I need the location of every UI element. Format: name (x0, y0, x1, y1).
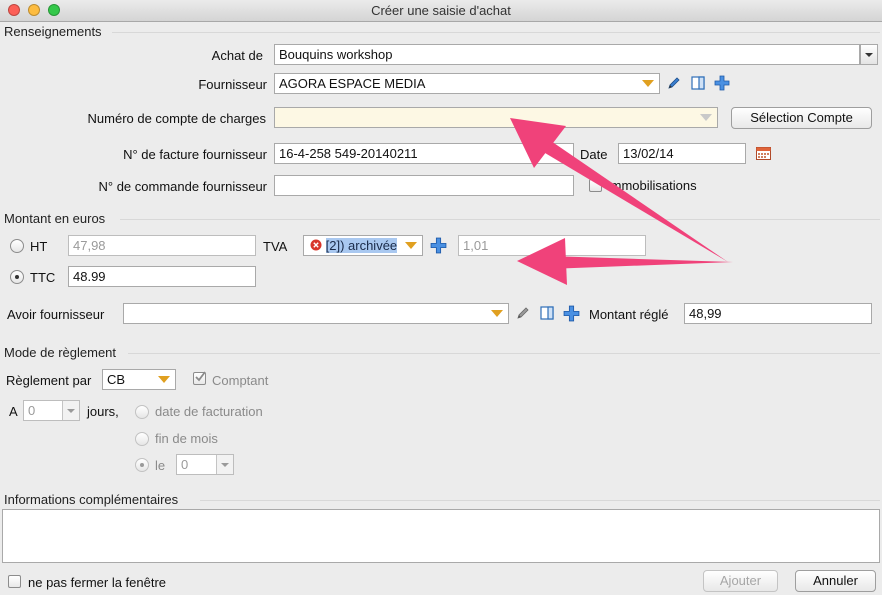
ne-pas-fermer-label: ne pas fermer la fenêtre (28, 575, 167, 590)
montant-regle-label: Montant réglé (589, 307, 669, 322)
ttc-label: TTC (30, 270, 56, 285)
ht-label: HT (30, 239, 48, 254)
section-divider (112, 32, 880, 33)
plus-icon[interactable] (714, 75, 730, 91)
reglement-par-label: Règlement par (6, 373, 92, 388)
avoir-label: Avoir fournisseur (7, 307, 105, 322)
comptant-checkbox[interactable] (193, 371, 206, 385)
immobilisations-label: Immobilisations (607, 178, 697, 193)
achat-label: Achat de (211, 48, 263, 63)
tva-amount-input[interactable]: 1,01 (458, 235, 646, 256)
card-icon[interactable] (539, 305, 555, 321)
spinner-arrow (62, 401, 79, 420)
tva-selected-value: [2]) archivée (325, 238, 398, 253)
facture-input[interactable]: 16-4-258 549-20140211 (274, 143, 574, 164)
ne-pas-fermer-checkbox[interactable] (8, 575, 21, 588)
ht-radio[interactable] (10, 239, 24, 253)
dropdown-arrow-icon (642, 80, 654, 87)
le-label: le (155, 458, 166, 473)
fournisseur-combo[interactable]: AGORA ESPACE MEDIA (274, 73, 660, 94)
comptant-label: Comptant (212, 373, 269, 388)
section-infos-title: Informations complémentaires (4, 492, 179, 507)
plus-icon[interactable] (563, 305, 580, 322)
compte-label: Numéro de compte de charges (87, 111, 266, 126)
informations-textarea[interactable] (2, 509, 880, 563)
section-montant-title: Montant en euros (4, 211, 106, 226)
ttc-input[interactable]: 48.99 (68, 266, 256, 287)
chevron-down-icon (221, 463, 229, 467)
compte-combo[interactable] (274, 107, 718, 128)
calendar-icon[interactable] (755, 145, 772, 162)
date-label: Date (580, 147, 608, 162)
dropdown-arrow-icon (158, 376, 170, 383)
fin-de-mois-radio[interactable] (135, 432, 149, 446)
fournisseur-label: Fournisseur (198, 77, 267, 92)
dropdown-arrow-icon (405, 242, 417, 249)
le-value: 0 (181, 457, 189, 472)
checkmark-icon (195, 371, 206, 382)
chevron-down-icon (67, 409, 75, 413)
achat-dropdown-button[interactable] (860, 44, 878, 65)
jours-label: jours, (87, 404, 119, 419)
error-icon (310, 239, 322, 251)
jours-spinner[interactable]: 0 (23, 400, 80, 421)
fin-de-mois-label: fin de mois (155, 431, 218, 446)
montant-regle-input[interactable]: 48,99 (684, 303, 872, 324)
avoir-combo[interactable] (123, 303, 509, 324)
pencil-icon[interactable] (515, 305, 531, 321)
spinner-arrow (216, 455, 233, 474)
section-divider (200, 500, 880, 501)
ajouter-button[interactable]: Ajouter (703, 570, 778, 592)
achat-combo[interactable]: Bouquins workshop (274, 44, 860, 65)
commande-label: N° de commande fournisseur (98, 179, 268, 194)
dropdown-arrow-icon (491, 310, 503, 317)
section-divider (120, 219, 880, 220)
tva-combo[interactable]: [2]) archivée (303, 235, 423, 256)
jours-value: 0 (28, 403, 36, 418)
chevron-down-icon (865, 53, 873, 57)
date-facturation-radio[interactable] (135, 405, 149, 419)
date-facturation-label: date de facturation (155, 404, 263, 419)
le-radio[interactable] (135, 458, 149, 472)
immobilisations-checkbox[interactable] (589, 179, 602, 192)
facture-label: N° de facture fournisseur (123, 147, 267, 162)
tva-label: TVA (263, 239, 288, 254)
section-renseignements-title: Renseignements (4, 24, 102, 39)
le-spinner[interactable]: 0 (176, 454, 234, 475)
section-reglement-title: Mode de règlement (4, 345, 117, 360)
fournisseur-value: AGORA ESPACE MEDIA (279, 76, 426, 91)
ttc-radio[interactable] (10, 270, 24, 284)
a-label: A (9, 404, 18, 419)
section-divider (128, 353, 880, 354)
ht-input[interactable]: 47,98 (68, 235, 256, 256)
date-input[interactable]: 13/02/14 (618, 143, 746, 164)
commande-input[interactable] (274, 175, 574, 196)
window-title: Créer une saisie d'achat (371, 3, 511, 18)
pencil-icon[interactable] (666, 75, 682, 91)
annuler-button[interactable]: Annuler (795, 570, 876, 592)
reglement-par-combo[interactable]: CB (102, 369, 176, 390)
selection-compte-button[interactable]: Sélection Compte (731, 107, 872, 129)
card-icon[interactable] (690, 75, 706, 91)
reglement-par-value: CB (107, 372, 126, 387)
plus-icon[interactable] (430, 237, 447, 254)
dropdown-arrow-icon (700, 114, 712, 121)
